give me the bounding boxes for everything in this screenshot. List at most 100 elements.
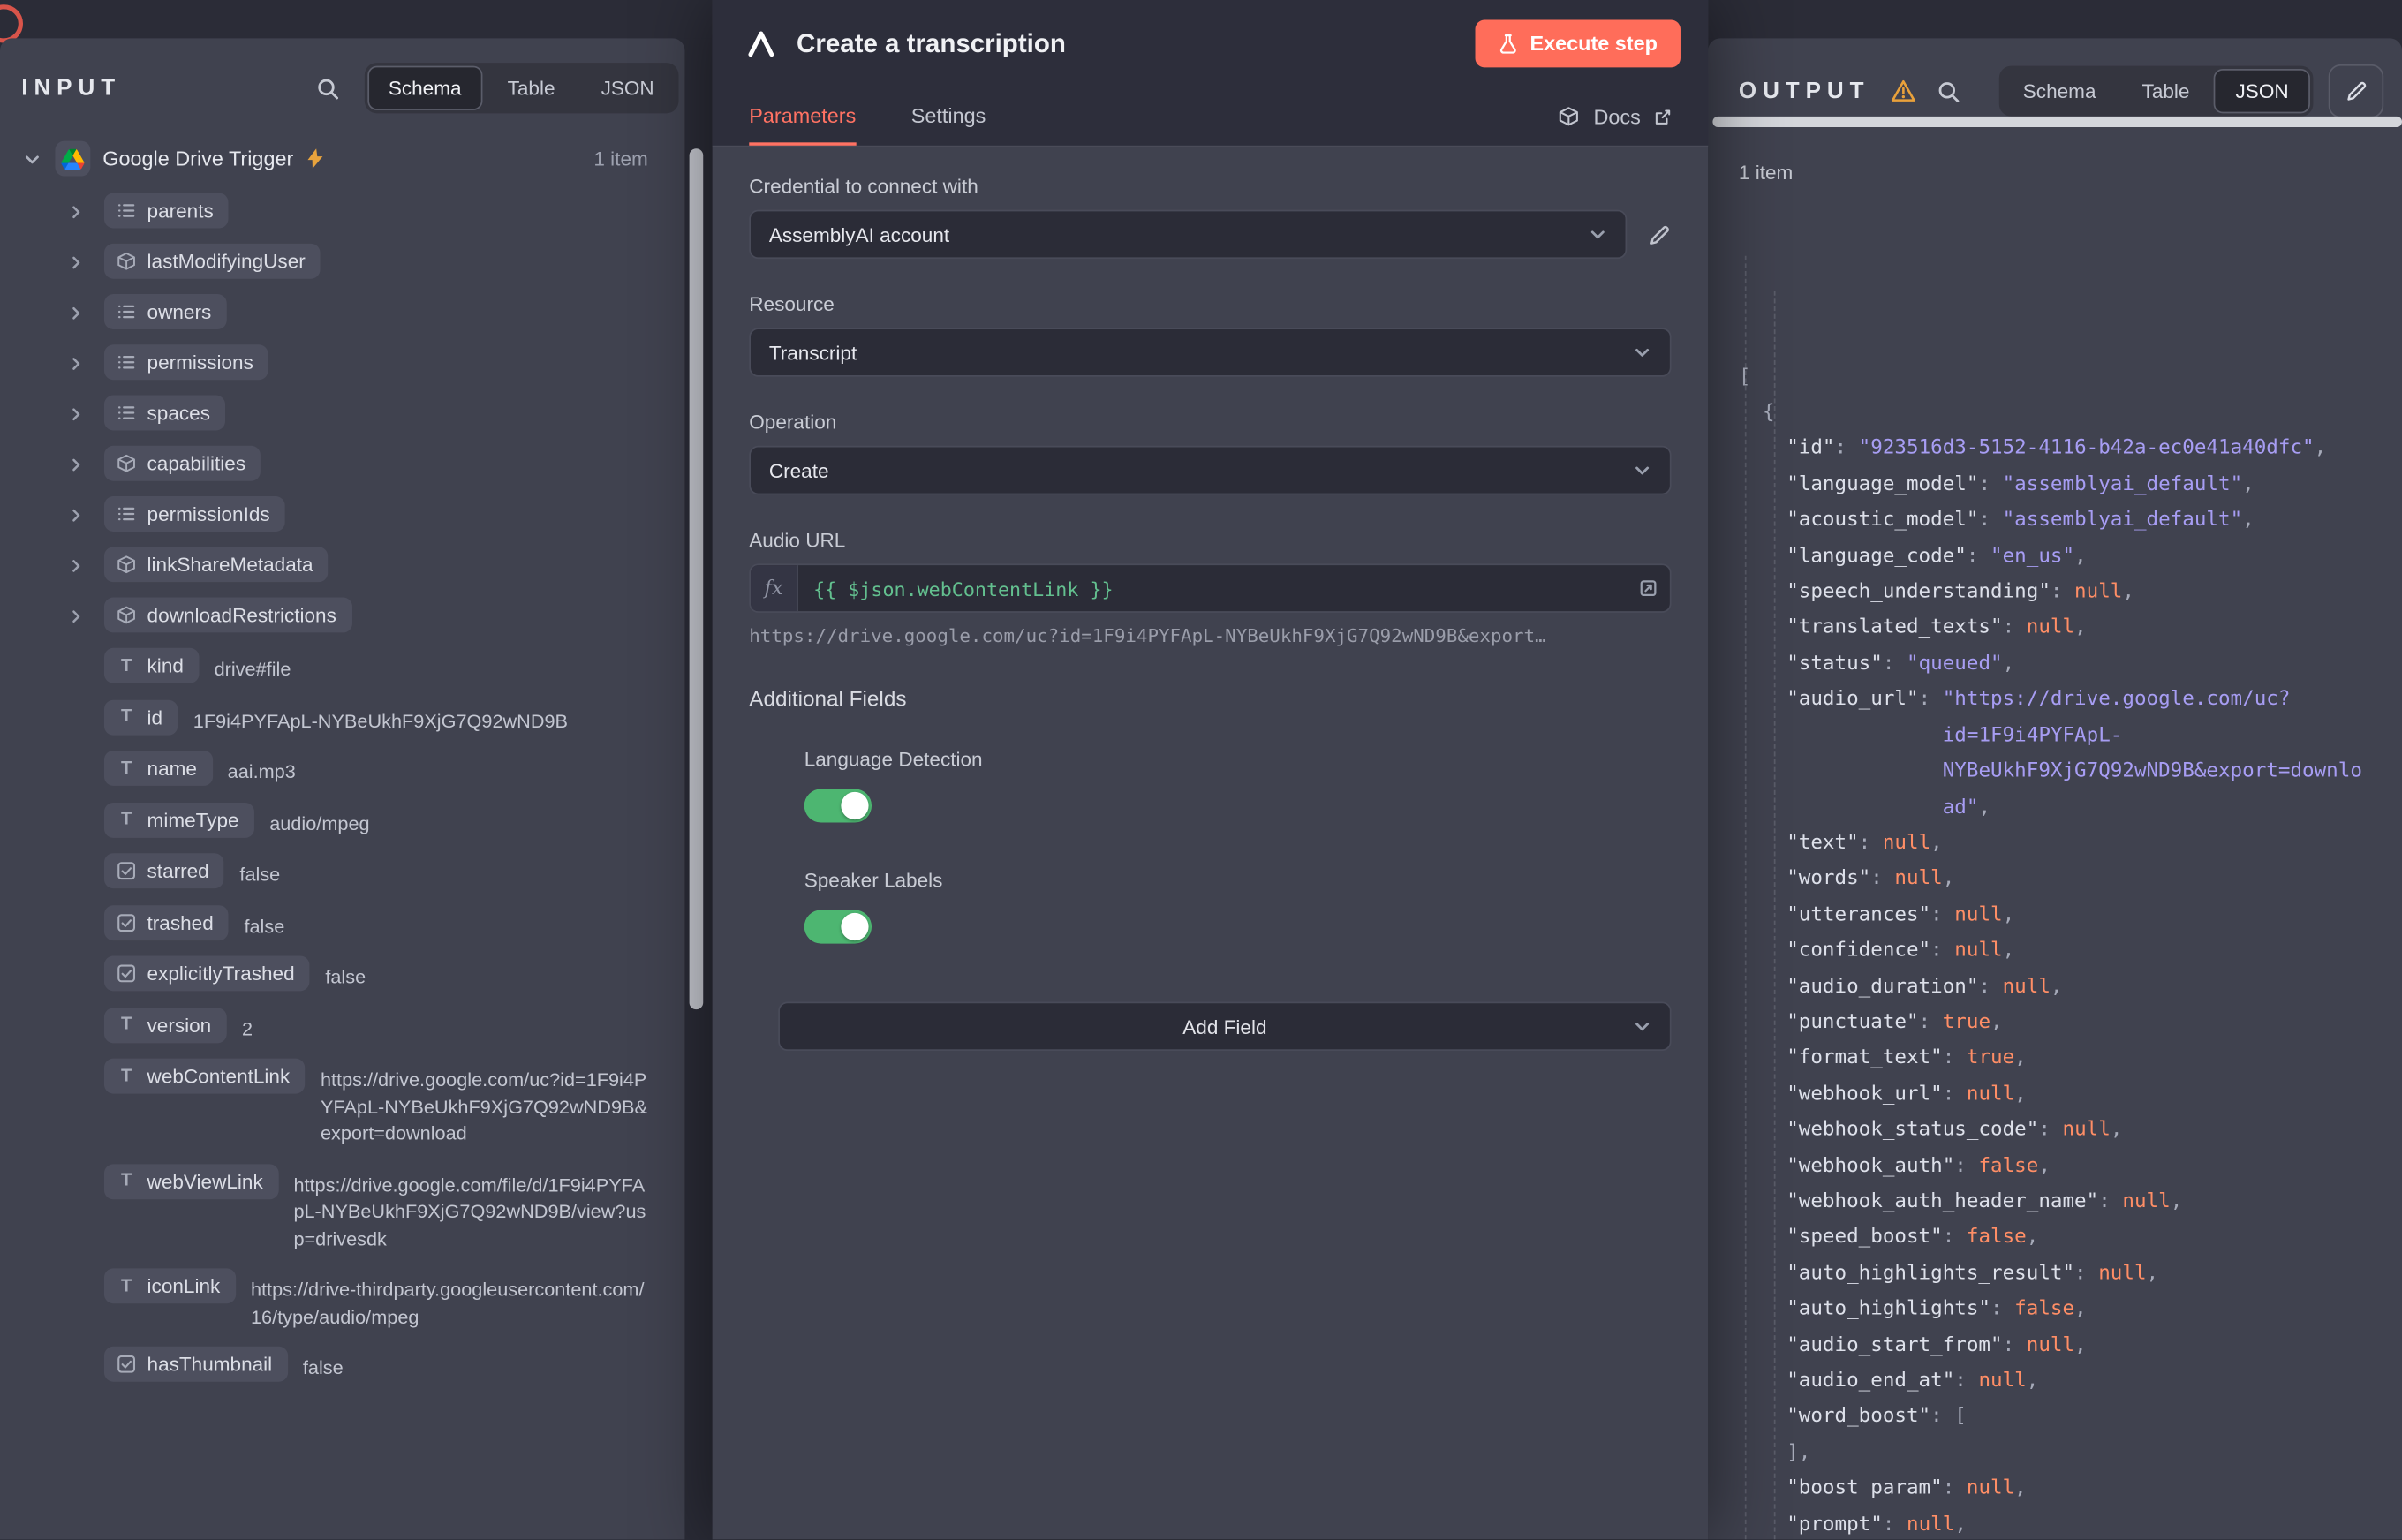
field-pill[interactable]: capabilities <box>104 446 261 481</box>
input-panel-header: INPUT SchemaTableJSON <box>21 63 678 113</box>
field-pill[interactable]: parents <box>104 193 229 229</box>
expand-toggle[interactable] <box>67 294 104 321</box>
schema-field-version[interactable]: Tversion2 <box>67 1000 676 1051</box>
schema-field-iconLink[interactable]: TiconLinkhttps://drive-thirdparty.google… <box>67 1261 676 1339</box>
json-line: "text": null, <box>1739 826 2402 862</box>
schema-field-name[interactable]: Tnameaai.mp3 <box>67 743 676 794</box>
schema-field-lastModifyingUser[interactable]: lastModifyingUser <box>67 236 676 286</box>
expand-toggle[interactable] <box>67 496 104 524</box>
schema-node-google-drive-trigger[interactable]: Google Drive Trigger 1 item <box>21 141 676 177</box>
field-pill[interactable]: linkShareMetadata <box>104 547 329 582</box>
output-json-view[interactable]: [ { "id": "923516d3-5152-4116-b42a-ec0e4… <box>1739 216 2402 1540</box>
output-tab-table[interactable]: Table <box>2120 69 2210 113</box>
credential-select[interactable]: AssemblyAI account <box>749 210 1627 260</box>
resource-value: Transcript <box>769 341 857 364</box>
open-expression-editor-icon[interactable] <box>1627 565 1670 611</box>
speaker-labels-toggle[interactable] <box>804 910 872 943</box>
execute-step-button[interactable]: Execute step <box>1475 20 1681 68</box>
expand-toggle[interactable] <box>67 344 104 372</box>
list-type-icon <box>117 504 137 525</box>
edit-output-button[interactable] <box>2329 64 2383 118</box>
field-pill[interactable]: permissions <box>104 344 268 380</box>
field-pill[interactable]: Tid <box>104 699 178 735</box>
field-pill[interactable]: starred <box>104 853 224 888</box>
expand-toggle[interactable] <box>67 446 104 473</box>
schema-field-permissionIds[interactable]: permissionIds <box>67 488 676 539</box>
input-panel-scrollbar[interactable] <box>690 148 704 1009</box>
field-name: webViewLink <box>147 1169 263 1192</box>
schema-field-owners[interactable]: owners <box>67 286 676 336</box>
schema-field-id[interactable]: Tid1F9i4PYFApL-NYBeUkhF9XjG7Q92wND9B <box>67 691 676 743</box>
edit-credential-pencil-icon[interactable] <box>1649 223 1672 245</box>
field-pill[interactable]: Tkind <box>104 648 199 683</box>
field-pill[interactable]: lastModifyingUser <box>104 244 321 279</box>
schema-field-hasThumbnail[interactable]: hasThumbnailfalse <box>67 1339 676 1390</box>
field-pill[interactable]: trashed <box>104 904 229 940</box>
canvas-background <box>0 0 713 38</box>
field-pill[interactable]: owners <box>104 294 227 329</box>
field-pill[interactable]: spaces <box>104 396 225 431</box>
trigger-node-name[interactable]: Google Drive Trigger <box>102 147 293 170</box>
field-pill[interactable]: TiconLink <box>104 1268 236 1303</box>
schema-field-linkShareMetadata[interactable]: linkShareMetadata <box>67 540 676 590</box>
schema-field-webViewLink[interactable]: TwebViewLinkhttps://drive.google.com/fil… <box>67 1156 676 1261</box>
output-horizontal-scrollbar[interactable] <box>1712 117 2402 127</box>
credential-label: Credential to connect with <box>749 175 1671 198</box>
json-line: "translated_texts": null, <box>1739 610 2402 646</box>
expression-resolved-preview: https://drive.google.com/uc?id=1F9i4PYFA… <box>749 625 1671 646</box>
schema-field-permissions[interactable]: permissions <box>67 337 676 388</box>
field-pill[interactable]: Tversion <box>104 1008 227 1043</box>
package-cube-icon[interactable] <box>1559 106 1580 127</box>
resource-select[interactable]: Transcript <box>749 328 1671 377</box>
expand-toggle[interactable] <box>67 244 104 271</box>
schema-field-spaces[interactable]: spaces <box>67 388 676 438</box>
json-line: "format_text": true, <box>1739 1040 2402 1076</box>
schema-field-trashed[interactable]: trashedfalse <box>67 897 676 948</box>
schema-field-kind[interactable]: Tkinddrive#file <box>67 640 676 691</box>
schema-field-explicitlyTrashed[interactable]: explicitlyTrashed false <box>67 948 676 1000</box>
field-pill[interactable]: downloadRestrictions <box>104 598 351 633</box>
parameters-form: Credential to connect with AssemblyAI ac… <box>713 147 1709 1540</box>
docs-link[interactable]: Docs <box>1593 105 1640 128</box>
json-line: "speed_boost": false, <box>1739 1219 2402 1256</box>
modal-tab-parameters[interactable]: Parameters <box>749 87 856 146</box>
field-pill[interactable]: permissionIds <box>104 496 285 532</box>
field-pill[interactable]: TmimeType <box>104 802 254 837</box>
schema-field-capabilities[interactable]: capabilities <box>67 438 676 488</box>
expand-toggle[interactable] <box>67 547 104 574</box>
field-pill[interactable]: Tname <box>104 751 212 786</box>
input-tab-table[interactable]: Table <box>486 66 576 110</box>
output-tab-schema[interactable]: Schema <box>2001 69 2117 113</box>
search-icon[interactable] <box>315 76 340 101</box>
expand-toggle[interactable] <box>67 598 104 625</box>
schema-field-parents[interactable]: parents <box>67 185 676 236</box>
chevron-down-icon[interactable] <box>21 149 42 168</box>
audio-url-expression-input[interactable]: fx {{ $json.webContentLink }} <box>749 563 1671 613</box>
field-pill[interactable]: explicitlyTrashed <box>104 955 310 991</box>
field-pill[interactable]: TwebViewLink <box>104 1164 278 1199</box>
text-type-icon: T <box>117 1015 137 1034</box>
chevron-down-icon <box>1633 1017 1651 1036</box>
field-pill[interactable]: hasThumbnail <box>104 1347 288 1382</box>
schema-field-mimeType[interactable]: TmimeTypeaudio/mpeg <box>67 794 676 845</box>
output-panel-header: OUTPUT SchemaTableJSON <box>1739 64 2383 118</box>
input-tab-schema[interactable]: Schema <box>367 66 483 110</box>
input-tab-json[interactable]: JSON <box>579 66 676 110</box>
expression-text[interactable]: {{ $json.webContentLink }} <box>798 565 1627 611</box>
expand-toggle[interactable] <box>67 396 104 423</box>
operation-select[interactable]: Create <box>749 446 1671 495</box>
field-value: false <box>325 955 676 992</box>
search-icon[interactable] <box>1936 79 1960 103</box>
external-link-icon[interactable] <box>1654 108 1671 125</box>
expand-toggle[interactable] <box>67 193 104 221</box>
output-tab-json[interactable]: JSON <box>2214 69 2310 113</box>
language-detection-toggle[interactable] <box>804 789 872 822</box>
schema-field-downloadRestrictions[interactable]: downloadRestrictions <box>67 590 676 640</box>
chevron-right-icon <box>67 557 84 574</box>
schema-field-starred[interactable]: starredfalse <box>67 846 676 897</box>
schema-field-webContentLink[interactable]: TwebContentLinkhttps://drive.google.com/… <box>67 1051 676 1156</box>
add-field-button[interactable]: Add Field <box>778 1001 1671 1051</box>
field-pill[interactable]: TwebContentLink <box>104 1059 306 1094</box>
modal-tab-settings[interactable]: Settings <box>911 87 986 146</box>
boolean-type-icon <box>117 861 137 881</box>
